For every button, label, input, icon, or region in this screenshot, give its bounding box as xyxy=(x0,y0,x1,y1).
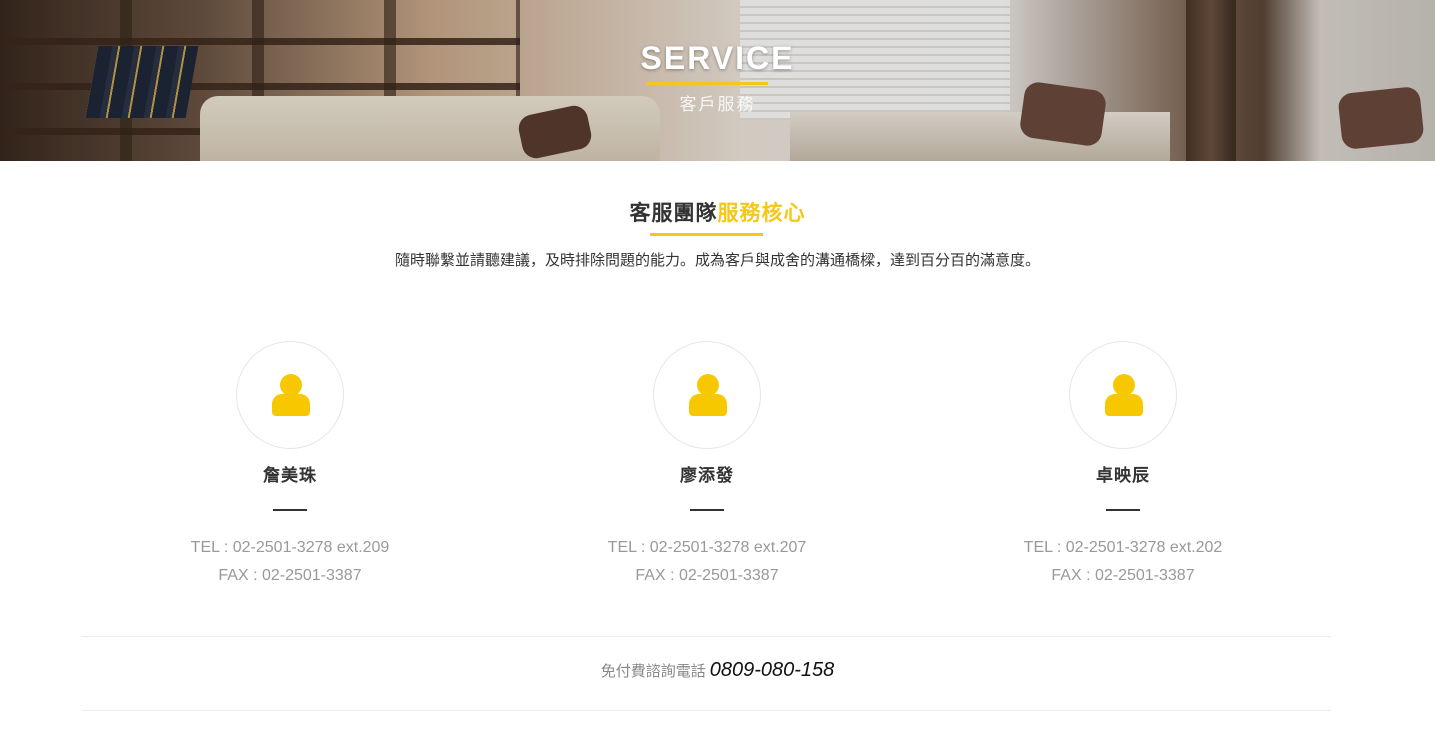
divider-bottom xyxy=(82,710,1331,711)
member-fax: FAX : 02-2501-3387 xyxy=(1051,567,1195,584)
name-divider xyxy=(1106,509,1140,511)
banner-subtitle: 客戶服務 xyxy=(679,95,756,115)
member-tel: TEL : 02-2501-3278 ext.207 xyxy=(607,539,807,556)
user-icon xyxy=(272,374,310,416)
avatar xyxy=(1069,341,1177,449)
user-icon xyxy=(689,374,727,416)
section-title: 客服團隊服務核心 xyxy=(0,197,1435,227)
banner-title-underline xyxy=(646,82,768,85)
name-divider xyxy=(273,509,307,511)
member-name: 卓映辰 xyxy=(1096,466,1150,486)
user-icon xyxy=(1105,374,1143,416)
banner-title: SERVICE xyxy=(640,40,795,76)
section-title-main: 客服團隊 xyxy=(629,200,718,225)
member-tel: TEL : 02-2501-3278 ext.209 xyxy=(190,539,390,556)
team-member-card: 卓映辰 TEL : 02-2501-3278 ext.202 FAX : 02-… xyxy=(993,341,1253,591)
banner-overlay xyxy=(0,0,1435,161)
tollfree-line: 免付費諮詢電話 0809-080-158 xyxy=(0,659,1435,682)
tollfree-number[interactable]: 0809-080-158 xyxy=(710,659,835,681)
member-name: 詹美珠 xyxy=(263,466,317,486)
avatar xyxy=(236,341,344,449)
tollfree-label: 免付費諮詢電話 xyxy=(600,662,706,680)
member-tel: TEL : 02-2501-3278 ext.202 xyxy=(1023,539,1223,556)
member-name: 廖添發 xyxy=(680,466,734,486)
section-description: 隨時聯繫並請聽建議，及時排除問題的能力。成為客戶與成舍的溝通橋樑，達到百分百的滿… xyxy=(394,251,1040,269)
divider-top xyxy=(82,636,1331,637)
name-divider xyxy=(690,509,724,511)
team-member-card: 詹美珠 TEL : 02-2501-3278 ext.209 FAX : 02-… xyxy=(160,341,420,591)
avatar xyxy=(653,341,761,449)
hero-banner xyxy=(0,0,1435,161)
member-fax: FAX : 02-2501-3387 xyxy=(635,567,779,584)
member-fax: FAX : 02-2501-3387 xyxy=(218,567,362,584)
section-title-accent: 服務核心 xyxy=(717,200,806,225)
team-member-card: 廖添發 TEL : 02-2501-3278 ext.207 FAX : 02-… xyxy=(577,341,837,591)
section-title-underline xyxy=(650,233,763,236)
